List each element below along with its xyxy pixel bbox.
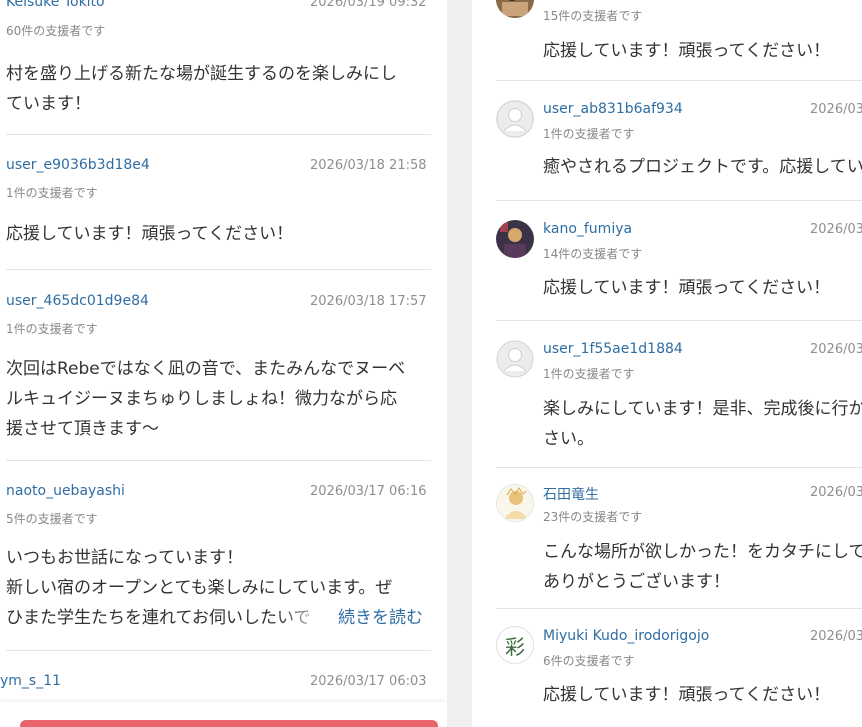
- left-comment-panel: Keisuke Tokito 2026/03/19 09:32 60件の支援者で…: [0, 0, 447, 727]
- supporter-count: 1件の支援者です: [6, 186, 98, 200]
- comment-date: 2026/03/: [810, 342, 862, 357]
- divider: [496, 320, 862, 321]
- comment-date: 2026/03/17 06:16: [310, 484, 427, 499]
- comment-message: 次回はRebeではなく凪の音で、またみんなでヌーベ ルキュイジーヌまちゅりしまし…: [6, 359, 406, 439]
- support-button[interactable]: [20, 720, 438, 727]
- supporter-count: 1件の支援者です: [6, 322, 98, 336]
- user-avatar[interactable]: [496, 0, 534, 18]
- comment-date: 2026/03/: [810, 485, 862, 500]
- divider: [496, 467, 862, 468]
- comment-username[interactable]: Keisuke Tokito: [6, 0, 105, 10]
- comment-message: 応援しています！頑張ってください！: [6, 224, 294, 244]
- supporter-count: 1件の支援者です: [543, 367, 635, 381]
- comment-username[interactable]: 石田竜生: [543, 484, 599, 504]
- default-avatar-icon[interactable]: [496, 100, 534, 138]
- comment-message: 村を盛り上げる新たな場が誕生するのを楽しみにし ています！: [6, 64, 397, 114]
- comment-message: 応援しています！頑張ってください！: [543, 278, 831, 298]
- divider: [6, 134, 431, 135]
- comment-username[interactable]: user_ab831b6af934: [543, 101, 683, 117]
- comment-date: 2026/03/: [810, 629, 862, 644]
- comment-message: 応援しています！頑張ってください！: [543, 685, 831, 705]
- default-avatar-icon[interactable]: [496, 340, 534, 378]
- comment-username[interactable]: Miyuki Kudo_irodorigojo: [543, 628, 709, 644]
- comment-message: 癒やされるプロジェクトです。応援していま: [543, 157, 862, 177]
- comment-date: 2026/03/: [810, 102, 862, 117]
- comment-date: 2026/03/18 17:57: [310, 294, 427, 309]
- comment-message: いつもお世話になっています！ 新しい宿のオープンとても楽しみにしています。ぜ ひ…: [6, 543, 431, 633]
- divider: [496, 200, 862, 201]
- comment-username[interactable]: user_465dc01d9e84: [6, 293, 149, 309]
- comment-username[interactable]: naoto_uebayashi: [6, 483, 125, 499]
- supporter-count: 60件の支援者です: [6, 24, 106, 38]
- comment-date: 2026/03/: [810, 222, 862, 237]
- irodori-logo-avatar[interactable]: 彩: [496, 626, 534, 664]
- supporter-count: 6件の支援者です: [543, 654, 635, 668]
- divider: [6, 460, 431, 461]
- comment-message: 楽しみにしています！是非、完成後に行かせて さい。: [543, 399, 862, 449]
- comment-date: 2026/03/19 09:32: [310, 0, 427, 10]
- comment-username[interactable]: user_1f55ae1d1884: [543, 341, 683, 357]
- supporter-count: 23件の支援者です: [543, 510, 643, 524]
- right-comment-panel: 15件の支援者です 応援しています！頑張ってください！ user_ab831b6…: [472, 0, 862, 727]
- divider: [6, 650, 431, 651]
- divider: [6, 269, 431, 270]
- supporter-count: 5件の支援者です: [6, 512, 98, 526]
- comment-date: 2026/03/17 06:03: [310, 674, 427, 689]
- supporter-count: 14件の支援者です: [543, 247, 643, 261]
- comment-date: 2026/03/18 21:58: [310, 158, 427, 173]
- divider: [496, 80, 862, 81]
- comment-message: こんな場所が欲しかった！をカタチにしていた ありがとうございます！: [543, 542, 862, 592]
- read-more-link[interactable]: 続きを読む: [338, 603, 423, 633]
- divider: [496, 608, 862, 609]
- supporter-count: 15件の支援者です: [543, 9, 643, 23]
- comment-username[interactable]: kano_fumiya: [543, 221, 632, 237]
- comment-message: 応援しています！頑張ってください！: [543, 41, 831, 61]
- comment-username[interactable]: ym_s_11: [0, 673, 61, 689]
- comment-username[interactable]: user_e9036b3d18e4: [6, 157, 150, 173]
- supporter-count: 1件の支援者です: [543, 127, 635, 141]
- user-avatar[interactable]: [496, 484, 534, 522]
- user-avatar[interactable]: [496, 220, 534, 258]
